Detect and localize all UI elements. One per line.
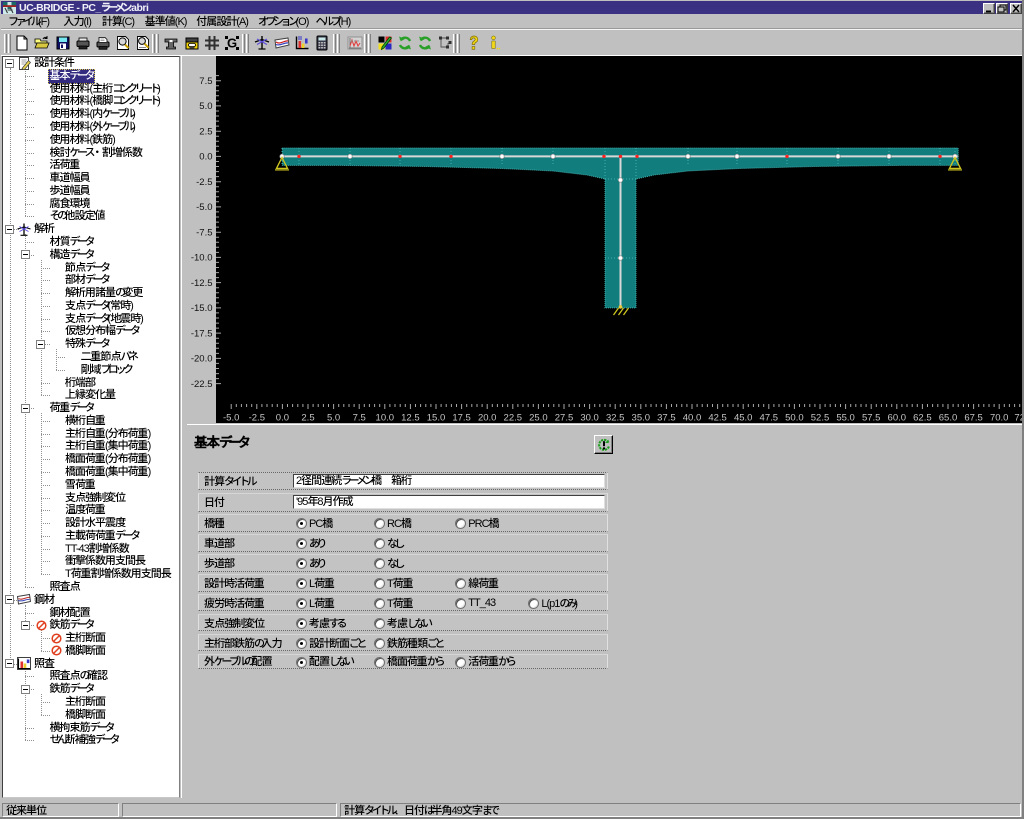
svg-text:32.5: 32.5	[606, 413, 625, 424]
svg-text:35.0: 35.0	[632, 413, 651, 424]
svg-text:67.5: 67.5	[964, 413, 983, 424]
svg-text:30.0: 30.0	[580, 413, 599, 424]
svg-text:17.5: 17.5	[452, 413, 471, 424]
svg-text:-15.0: -15.0	[191, 303, 213, 314]
svg-text:-2.5: -2.5	[249, 413, 265, 424]
svg-text:15.0: 15.0	[427, 413, 446, 424]
svg-text:65.0: 65.0	[939, 413, 958, 424]
svg-text:-5.0: -5.0	[223, 413, 239, 424]
svg-text:45.0: 45.0	[734, 413, 753, 424]
svg-text:G: G	[227, 36, 237, 51]
svg-text:7.5: 7.5	[199, 76, 212, 87]
svg-text:25.0: 25.0	[529, 413, 548, 424]
svg-text:-2.5: -2.5	[196, 177, 212, 188]
svg-text:-17.5: -17.5	[191, 328, 213, 339]
svg-text:-7.5: -7.5	[196, 227, 212, 238]
svg-text:70.0: 70.0	[990, 413, 1009, 424]
svg-text:22.5: 22.5	[504, 413, 523, 424]
svg-text:60.0: 60.0	[888, 413, 907, 424]
svg-text:5.0: 5.0	[327, 413, 340, 424]
svg-text:40.0: 40.0	[683, 413, 702, 424]
svg-text:-10.0: -10.0	[191, 253, 213, 264]
svg-text:-12.5: -12.5	[191, 278, 213, 289]
svg-text:0.0: 0.0	[276, 413, 289, 424]
svg-text:10.0: 10.0	[376, 413, 395, 424]
svg-text:50.0: 50.0	[785, 413, 804, 424]
svg-text:42.5: 42.5	[708, 413, 727, 424]
svg-text:-5.0: -5.0	[196, 202, 212, 213]
svg-text:20.0: 20.0	[478, 413, 497, 424]
svg-text:55.0: 55.0	[836, 413, 855, 424]
svg-text:7.5: 7.5	[353, 413, 366, 424]
svg-text:5.0: 5.0	[199, 101, 212, 112]
svg-text:37.5: 37.5	[657, 413, 676, 424]
svg-text:2.5: 2.5	[301, 413, 314, 424]
svg-text:2.5: 2.5	[199, 126, 212, 137]
svg-text:47.5: 47.5	[760, 413, 779, 424]
svg-text:52.5: 52.5	[811, 413, 830, 424]
svg-text:12.5: 12.5	[401, 413, 420, 424]
svg-text:0.0: 0.0	[199, 152, 212, 163]
svg-text:62.5: 62.5	[913, 413, 932, 424]
svg-text:27.5: 27.5	[555, 413, 574, 424]
svg-text:-22.5: -22.5	[191, 379, 213, 390]
svg-text:57.5: 57.5	[862, 413, 881, 424]
svg-text:-20.0: -20.0	[191, 354, 213, 365]
